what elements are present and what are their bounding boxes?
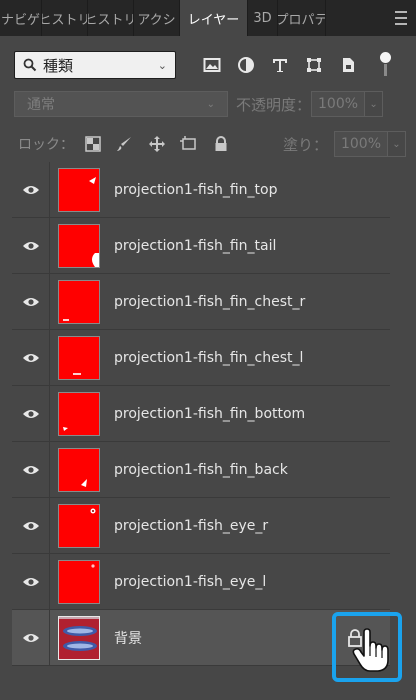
layer-thumbnail (58, 167, 100, 212)
layer-row[interactable]: projection1-fish_fin_top (12, 161, 390, 218)
chevron-down-icon: ⌄ (206, 98, 215, 110)
layer-name[interactable]: projection1-fish_fin_chest_l (114, 350, 303, 366)
layer-name[interactable]: projection1-fish_fin_top (114, 182, 278, 198)
visibility-toggle[interactable] (12, 553, 50, 610)
layer-row[interactable]: projection1-fish_fin_tail (12, 217, 390, 274)
layer-list: projection1-fish_fin_top projection1-fis… (12, 161, 390, 666)
layer-row[interactable]: projection1-fish_fin_chest_r (12, 273, 390, 330)
visibility-toggle[interactable] (12, 217, 50, 274)
layer-name[interactable]: projection1-fish_eye_l (114, 574, 266, 590)
lock-artboard-icon[interactable] (180, 135, 198, 153)
tab-layers[interactable]: レイヤー (180, 0, 248, 36)
filter-toggle[interactable] (378, 52, 392, 78)
visibility-toggle[interactable] (12, 497, 50, 554)
eye-icon (22, 633, 39, 642)
chevron-down-icon: ⌄ (157, 58, 167, 72)
fill-input[interactable]: 100% (334, 131, 388, 157)
eye-icon (22, 465, 39, 474)
tab-history-2[interactable]: ヒストリ (88, 0, 134, 36)
eye-icon (22, 297, 39, 306)
search-icon (23, 58, 37, 72)
layer-thumbnail (58, 279, 100, 324)
eye-icon (22, 241, 39, 250)
layer-name[interactable]: projection1-fish_fin_chest_r (114, 294, 305, 310)
lock-row: ロック： 塗り： 100% ⌄ (18, 130, 406, 158)
hamburger-icon (395, 9, 407, 27)
panel-menu-button[interactable] (386, 0, 416, 36)
blend-mode-select[interactable]: 通常 ⌄ (14, 91, 228, 117)
visibility-toggle[interactable] (12, 273, 50, 330)
layer-name[interactable]: projection1-fish_fin_bottom (114, 406, 305, 422)
eye-icon (22, 353, 39, 362)
layer-row[interactable]: projection1-fish_fin_bottom (12, 385, 390, 442)
pixel-layer-filter-icon[interactable] (202, 55, 222, 75)
blend-mode-value: 通常 (27, 97, 55, 113)
hand-cursor-icon (352, 628, 389, 672)
layer-thumbnail (58, 335, 100, 380)
visibility-toggle[interactable] (12, 609, 50, 666)
tab-actions[interactable]: アクシ (134, 0, 180, 36)
lock-transparent-pixels-icon[interactable] (84, 135, 102, 153)
opacity-chevron-icon[interactable]: ⌄ (365, 91, 384, 117)
fill-label: 塗り： (282, 135, 328, 154)
layer-name[interactable]: projection1-fish_eye_r (114, 518, 268, 534)
opacity-label: 不透明度： (236, 95, 312, 114)
layer-row[interactable]: projection1-fish_fin_back (12, 441, 390, 498)
layer-row[interactable]: projection1-fish_fin_chest_l (12, 329, 390, 386)
layer-name[interactable]: 背景 (114, 628, 142, 648)
lock-image-pixels-icon[interactable] (116, 135, 134, 153)
visibility-toggle[interactable] (12, 385, 50, 442)
visibility-toggle[interactable] (12, 161, 50, 218)
shape-layer-filter-icon[interactable] (304, 55, 324, 75)
eye-icon (22, 577, 39, 586)
tab-navigator[interactable]: ナビゲ (0, 0, 42, 36)
layer-row[interactable]: projection1-fish_eye_l (12, 553, 390, 610)
fill-chevron-icon[interactable]: ⌄ (388, 131, 406, 157)
layer-thumbnail (58, 503, 100, 548)
kind-filter-label: 種類 (43, 56, 74, 75)
smart-object-filter-icon[interactable] (338, 55, 358, 75)
layer-thumbnail (58, 447, 100, 492)
layers-panel: 種類 ⌄ 通常 ⌄ 不透明度： 100% ⌄ ロック： 塗り： 100% ⌄ p… (0, 36, 416, 700)
adjustment-layer-filter-icon[interactable] (236, 55, 256, 75)
blend-row: 通常 ⌄ 不透明度： 100% ⌄ (14, 90, 406, 118)
panel-tab-bar: ナビゲ ヒストリ ヒストリ アクシ レイヤー 3D プロパテ (0, 0, 416, 36)
layer-name[interactable]: projection1-fish_fin_back (114, 462, 288, 478)
tab-history-1[interactable]: ヒストリ (42, 0, 88, 36)
type-layer-filter-icon[interactable] (270, 55, 290, 75)
layer-thumbnail (58, 391, 100, 436)
eye-icon (22, 521, 39, 530)
layer-row[interactable]: projection1-fish_eye_r (12, 497, 390, 554)
opacity-input[interactable]: 100% (311, 91, 366, 117)
lock-label: ロック： (18, 137, 74, 153)
visibility-toggle[interactable] (12, 441, 50, 498)
layer-name[interactable]: projection1-fish_fin_tail (114, 238, 276, 254)
lock-all-icon[interactable] (212, 135, 230, 153)
tab-properties[interactable]: プロパテ (278, 0, 326, 36)
layer-thumbnail (58, 223, 100, 268)
kind-filter-select[interactable]: 種類 ⌄ (14, 51, 176, 79)
lock-position-icon[interactable] (148, 135, 166, 153)
layer-thumbnail (58, 559, 100, 604)
tab-3d[interactable]: 3D (248, 0, 278, 36)
filter-row: 種類 ⌄ (14, 50, 406, 80)
visibility-toggle[interactable] (12, 329, 50, 386)
layer-thumbnail (58, 615, 100, 660)
eye-icon (22, 185, 39, 194)
eye-icon (22, 409, 39, 418)
